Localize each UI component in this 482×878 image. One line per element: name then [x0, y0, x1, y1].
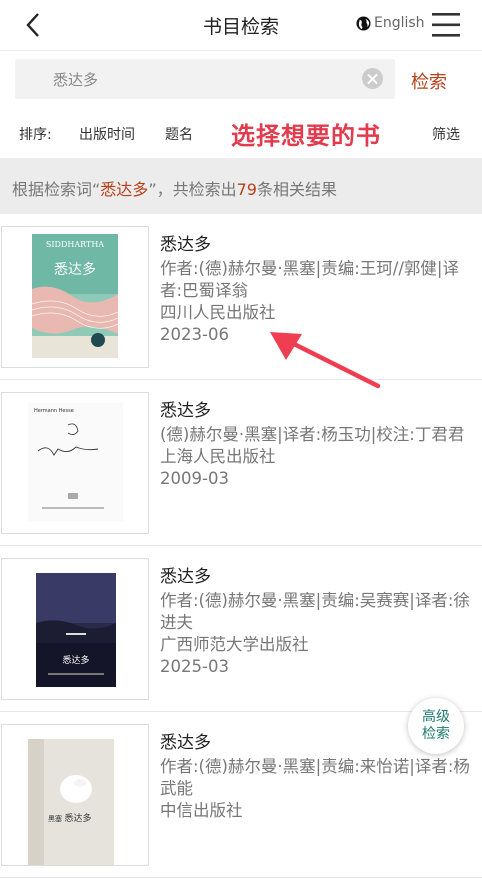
header-bar: 书目检索 English — [0, 0, 482, 50]
book-title[interactable]: 悉达多 — [160, 728, 211, 753]
language-label: English — [374, 15, 425, 31]
cover-author: 黑塞 — [48, 814, 62, 823]
book-cover[interactable]: SIDDHARTHA 悉达多 — [1, 226, 149, 368]
book-title[interactable]: 悉达多 — [160, 562, 211, 587]
language-switch[interactable]: English — [356, 15, 425, 31]
search-box[interactable]: 悉达多 — [15, 59, 395, 99]
annotation-arrow-icon — [270, 332, 380, 389]
book-date: 2025-03 — [160, 657, 229, 676]
list-item[interactable]: Hermann Hesse 悉达多 (德)赫尔曼·黑塞|译者:杨玉功|校注:丁君… — [0, 380, 482, 546]
book-date: 2009-03 — [160, 469, 229, 488]
book-publisher: 广西师范大学出版社 — [160, 635, 309, 654]
book-cover[interactable]: 悉达多 — [1, 558, 149, 700]
book-info: 作者:(德)赫尔曼·黑塞|责编:来怡诺|译者:杨武能 中信出版社 — [160, 756, 470, 822]
book-publisher: 上海人民出版社 — [160, 447, 276, 466]
cover-author: Hermann Hesse — [34, 408, 74, 414]
clear-icon[interactable] — [362, 68, 383, 89]
book-cover[interactable]: 黑塞 悉达多 — [1, 724, 149, 866]
search-term: 悉达多 — [100, 180, 149, 199]
book-authors: 作者:(德)赫尔曼·黑塞|责编:来怡诺|译者:杨武能 — [160, 757, 470, 798]
cover-title: 悉达多 — [64, 812, 91, 824]
filter-button[interactable]: 筛选 — [432, 124, 460, 144]
book-authors: 作者:(德)赫尔曼·黑塞|责编:王珂//郭健|译者:巴蜀译翁 — [160, 259, 459, 300]
results-text: 根据检索词“悉达多”，共检索出79条相关结果 — [12, 180, 337, 199]
sort-by-date[interactable]: 出版时间 — [79, 124, 135, 144]
search-bar: 悉达多 检索 — [0, 50, 482, 110]
book-authors: 作者:(德)赫尔曼·黑塞|责编:吴赛赛|译者:徐进夫 — [160, 591, 470, 632]
cover-title-en: SIDDHARTHA — [46, 240, 104, 249]
sort-bar: 排序: 出版时间 题名 选择想要的书 筛选 — [0, 108, 482, 158]
search-input[interactable]: 悉达多 — [53, 69, 98, 90]
annotation-overlay-text: 选择想要的书 — [231, 122, 381, 150]
menu-hamburger-icon[interactable] — [431, 10, 461, 40]
globe-icon — [356, 15, 371, 31]
book-title[interactable]: 悉达多 — [160, 230, 211, 255]
book-authors: (德)赫尔曼·黑塞|译者:杨玉功|校注:丁君君 — [160, 425, 465, 444]
book-list: SIDDHARTHA 悉达多 悉达多 作者:(德)赫尔曼·黑塞|责编:王珂//郭… — [0, 214, 482, 878]
cover-title: 悉达多 — [54, 261, 96, 278]
book-cover-image: 悉达多 — [36, 573, 116, 687]
advanced-search-button[interactable]: 高级 检索 — [408, 698, 464, 754]
book-cover-image: SIDDHARTHA 悉达多 — [32, 234, 118, 358]
book-cover-image: 黑塞 悉达多 — [28, 739, 114, 865]
results-summary: 根据检索词“悉达多”，共检索出79条相关结果 — [0, 158, 482, 214]
book-publisher: 中信出版社 — [160, 801, 243, 820]
sort-label: 排序: — [19, 127, 52, 143]
book-info: 作者:(德)赫尔曼·黑塞|责编:吴赛赛|译者:徐进夫 广西师范大学出版社 202… — [160, 590, 470, 678]
result-count: 79 — [236, 180, 257, 199]
search-button[interactable]: 检索 — [411, 68, 447, 94]
list-item[interactable]: 悉达多 悉达多 作者:(德)赫尔曼·黑塞|责编:吴赛赛|译者:徐进夫 广西师范大… — [0, 546, 482, 712]
book-info: (德)赫尔曼·黑塞|译者:杨玉功|校注:丁君君 上海人民出版社 2009-03 — [160, 424, 470, 490]
book-publisher: 四川人民出版社 — [160, 303, 276, 322]
list-item[interactable]: SIDDHARTHA 悉达多 悉达多 作者:(德)赫尔曼·黑塞|责编:王珂//郭… — [0, 214, 482, 380]
sort-by-title[interactable]: 题名 — [165, 124, 193, 144]
cover-title: 悉达多 — [62, 654, 89, 666]
book-title[interactable]: 悉达多 — [160, 396, 211, 421]
book-cover[interactable]: Hermann Hesse — [1, 392, 149, 534]
book-cover-image: Hermann Hesse — [28, 403, 123, 521]
